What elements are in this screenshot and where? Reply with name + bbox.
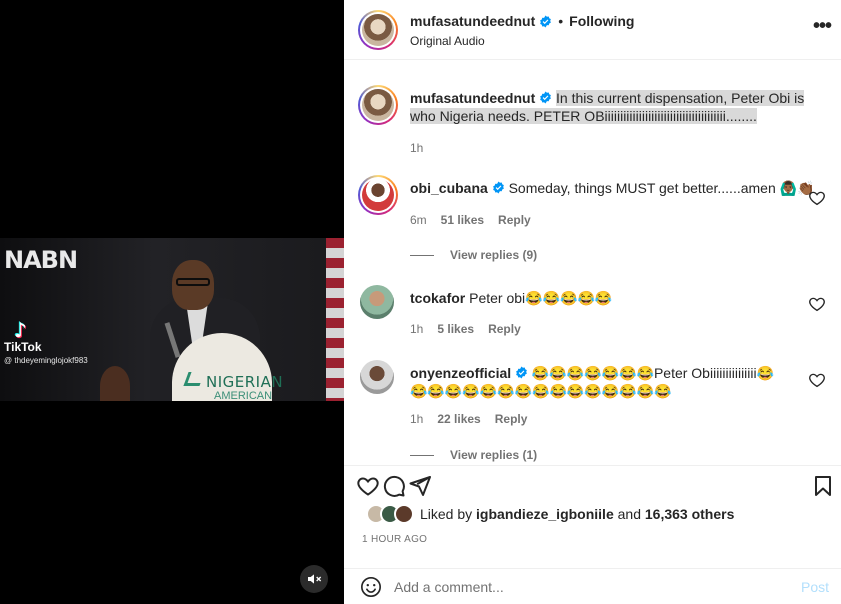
replies-divider	[410, 454, 434, 456]
mute-button[interactable]	[300, 565, 328, 593]
caption-body: mufasatundeednut In this current dispens…	[410, 89, 830, 125]
likes-and: and	[617, 506, 641, 522]
author-username[interactable]: mufasatundeednut	[410, 13, 535, 29]
comment-avatar[interactable]	[358, 175, 398, 215]
top-liker-username[interactable]: igbandieze_igboniile	[476, 506, 614, 522]
author-avatar[interactable]	[358, 10, 398, 50]
header-separator: •	[558, 13, 564, 29]
post-timestamp[interactable]: 1 HOUR AGO	[362, 534, 427, 545]
view-replies-button[interactable]: View replies (1)	[410, 448, 537, 462]
us-flag	[326, 238, 344, 401]
comment-time: 6m	[410, 213, 427, 227]
liked-by-prefix: Liked by	[420, 506, 473, 522]
comment-username[interactable]: tcokafor	[410, 290, 465, 306]
author-line: mufasatundeednut • Following	[410, 13, 634, 29]
comment-likes[interactable]: 22 likes	[437, 412, 480, 426]
like-heart-icon[interactable]	[356, 474, 380, 498]
comment-time: 1h	[410, 412, 424, 426]
following-button[interactable]: Following	[569, 13, 634, 29]
comment-meta: 6m 51 likes Reply	[410, 213, 531, 227]
emoji-icon[interactable]	[360, 576, 382, 598]
verified-badge-icon	[540, 15, 552, 27]
comment-meta: 1h 22 likes Reply	[410, 412, 527, 426]
comment-bubble-icon[interactable]	[382, 474, 406, 498]
view-replies-button[interactable]: View replies (9)	[410, 248, 537, 262]
video-frame[interactable]: NABN NIGERIAN AMERICAN ♪ TikTok @ thdeye…	[0, 238, 344, 401]
comment-likes[interactable]: 51 likes	[441, 213, 484, 227]
liker-avatar	[394, 504, 414, 524]
comment-avatar[interactable]	[360, 360, 394, 394]
comment-body: obi_cubana Someday, things MUST get bett…	[410, 179, 830, 197]
comment-meta: 1h 5 likes Reply	[410, 322, 521, 336]
like-comment-heart-icon[interactable]	[808, 371, 826, 389]
comment-text: Someday, things MUST get better......ame…	[508, 180, 815, 196]
post-comment-button[interactable]: Post	[801, 579, 829, 595]
likes-summary: Liked by igbandieze_igboniile and 16,363…	[366, 503, 734, 525]
like-comment-heart-icon[interactable]	[808, 295, 826, 313]
event-logo: NABN	[0, 238, 90, 286]
tiktok-handle: @ thdeyeminglojokf983	[4, 356, 88, 365]
action-bar	[344, 465, 841, 505]
liker-avatars[interactable]	[366, 504, 416, 524]
tiktok-icon: ♪	[14, 318, 27, 342]
replies-divider	[410, 254, 434, 256]
comment-text: Peter obi😂😂😂😂😂	[469, 290, 613, 306]
comment-composer: Post	[344, 568, 841, 604]
podium-text-2: AMERICAN	[214, 390, 273, 401]
audience-person	[100, 366, 130, 401]
verified-badge-icon	[516, 366, 527, 379]
comment-username[interactable]: obi_cubana	[410, 180, 488, 196]
comment-username[interactable]: onyenzeofficial	[410, 365, 511, 381]
view-replies-label: View replies (1)	[450, 448, 538, 462]
tiktok-watermark: ♪ TikTok @ thdeyeminglojokf983	[4, 318, 88, 365]
caption-meta: 1h	[410, 141, 423, 155]
original-audio-link[interactable]: Original Audio	[410, 34, 485, 48]
comment-input[interactable]	[394, 578, 774, 595]
share-send-icon[interactable]	[408, 474, 432, 498]
reply-button[interactable]: Reply	[488, 322, 521, 336]
comment-body: tcokafor Peter obi😂😂😂😂😂	[410, 289, 830, 307]
video-pane[interactable]: NABN NIGERIAN AMERICAN ♪ TikTok @ thdeye…	[0, 0, 344, 604]
caption-username[interactable]: mufasatundeednut	[410, 90, 535, 106]
view-replies-label: View replies (9)	[450, 248, 538, 262]
post-panel: mufasatundeednut • Following Original Au…	[344, 0, 841, 604]
comments-list[interactable]: mufasatundeednut In this current dispens…	[344, 60, 841, 464]
verified-badge-icon	[492, 181, 504, 194]
speaker-glasses	[176, 278, 210, 286]
verified-badge-icon	[540, 91, 551, 104]
comment-likes[interactable]: 5 likes	[437, 322, 474, 336]
comment-body: onyenzeofficial 😂😂😂😂😂😂😂Peter Obiiiiiiiii…	[410, 364, 788, 400]
comment-avatar[interactable]	[360, 285, 394, 319]
more-options-icon[interactable]: •••	[813, 16, 832, 36]
post-header: mufasatundeednut • Following Original Au…	[344, 0, 841, 60]
comment-time: 1h	[410, 322, 424, 336]
caption-avatar[interactable]	[358, 85, 398, 125]
likes-others-count[interactable]: 16,363 others	[645, 506, 735, 522]
reply-button[interactable]: Reply	[495, 412, 528, 426]
event-logo-text: NABN	[4, 246, 78, 274]
caption-time: 1h	[410, 141, 424, 155]
reply-button[interactable]: Reply	[498, 213, 531, 227]
tiktok-brand: TikTok	[4, 340, 42, 354]
speaker-muted-icon	[308, 574, 322, 584]
podium-text: NIGERIAN	[206, 373, 284, 391]
save-bookmark-icon[interactable]	[811, 474, 835, 498]
like-comment-heart-icon[interactable]	[808, 189, 826, 207]
